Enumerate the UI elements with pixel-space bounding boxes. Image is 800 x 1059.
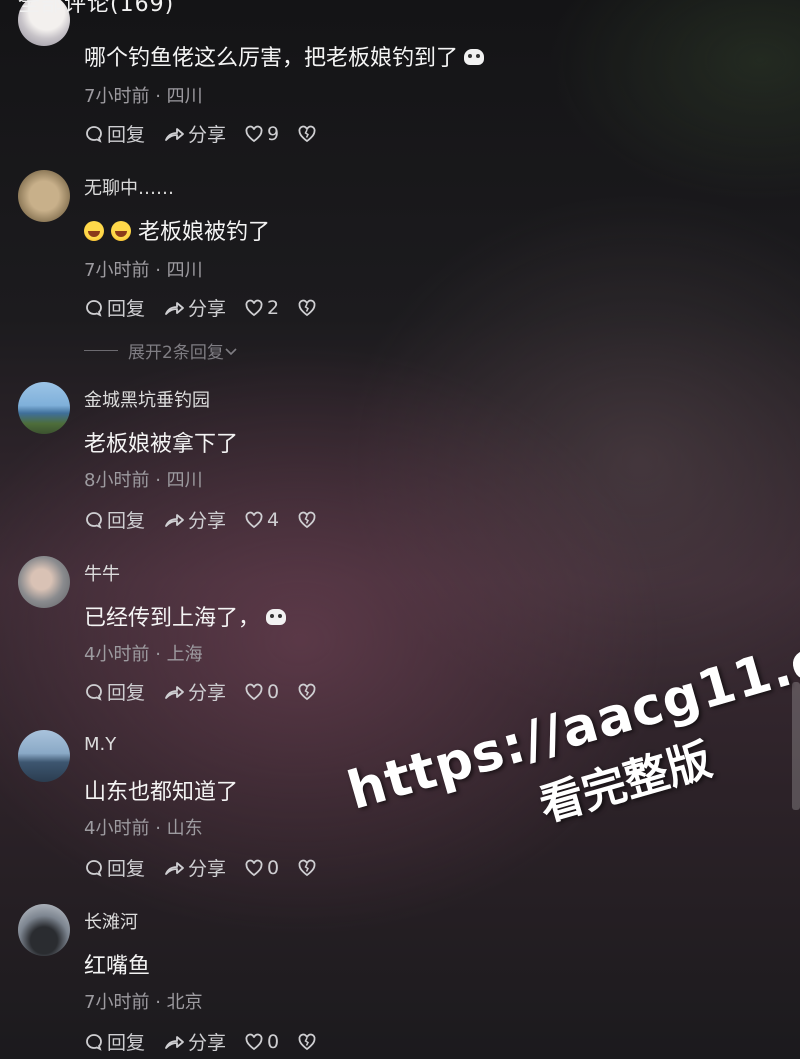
comment-text: 老板娘被拿下了: [84, 432, 239, 457]
heart-icon: [245, 511, 263, 528]
comment-text: 已经传到上海了，: [84, 606, 261, 631]
comment-actions: 回复 分享 0: [84, 1028, 338, 1055]
comment-bubble-icon: [86, 125, 102, 143]
like-button[interactable]: 9: [244, 123, 279, 145]
scrollbar-thumb[interactable]: [792, 682, 800, 810]
share-button[interactable]: 分享: [163, 294, 226, 321]
share-arrow-icon: [165, 861, 184, 875]
reply-button[interactable]: 回复: [84, 294, 145, 321]
comment-meta: 8小时前 · 四川: [84, 470, 203, 491]
like-count: 0: [267, 1030, 280, 1053]
broken-heart-icon: [298, 1033, 316, 1050]
comment-actions: 回复 分享 0: [84, 854, 338, 881]
heart-icon: [245, 1033, 263, 1050]
broken-heart-icon: [298, 125, 316, 142]
laughing-emoji-icon: [84, 221, 104, 241]
watermark: https://aacg11.com 看完整版: [300, 477, 800, 832]
reply-button[interactable]: 回复: [84, 506, 145, 533]
avatar[interactable]: [18, 170, 70, 222]
share-button[interactable]: 分享: [163, 854, 226, 881]
comments-title: 全部评论(169): [18, 0, 175, 17]
broken-heart-icon: [298, 859, 316, 876]
comment-meta: 4小时前 · 山东: [84, 818, 203, 839]
username[interactable]: M.Y: [84, 734, 116, 755]
avatar[interactable]: [18, 382, 70, 434]
dislike-button[interactable]: [297, 858, 320, 878]
username[interactable]: 无聊中……: [84, 174, 174, 200]
dislike-button[interactable]: [297, 682, 320, 702]
share-arrow-icon: [165, 127, 184, 141]
comment-bubble-icon: [86, 859, 102, 877]
like-count: 0: [267, 680, 280, 703]
broken-heart-icon: [298, 299, 316, 316]
heart-icon: [245, 683, 263, 700]
username[interactable]: 金城黑坑垂钓园: [84, 386, 210, 412]
comment-text: 哪个钓鱼佬这么厉害，把老板娘钓到了: [84, 46, 459, 71]
comment-actions: 回复 分享 9: [84, 120, 338, 147]
comment-meta: 7小时前 · 四川: [84, 86, 203, 107]
comment-text: 红嘴鱼: [84, 954, 151, 979]
comment-actions: 回复 分享 2: [84, 294, 338, 321]
chevron-down-icon: [225, 347, 237, 355]
broken-heart-icon: [298, 511, 316, 528]
comment-text: 老板娘被钓了: [138, 220, 271, 245]
comment-meta: 7小时前 · 四川: [84, 260, 203, 281]
comment-meta: 7小时前 · 北京: [84, 992, 203, 1013]
comment-text: 山东也都知道了: [84, 780, 239, 805]
expand-replies-button[interactable]: 展开2条回复: [84, 338, 238, 363]
username[interactable]: 牛牛: [84, 560, 120, 586]
like-button[interactable]: 0: [244, 1031, 279, 1053]
avatar[interactable]: [18, 904, 70, 956]
comment-actions: 回复 分享 0: [84, 678, 338, 705]
share-arrow-icon: [165, 301, 184, 315]
like-count: 0: [267, 856, 280, 879]
comment-actions: 回复 分享 4: [84, 506, 338, 533]
reply-button[interactable]: 回复: [84, 678, 145, 705]
like-count: 9: [267, 122, 280, 145]
dislike-button[interactable]: [297, 298, 320, 318]
laughing-emoji-icon: [111, 221, 131, 241]
emoji-icon: [464, 49, 485, 65]
emoji-icon: [266, 609, 287, 625]
like-count: 4: [267, 508, 280, 531]
comment-bubble-icon: [86, 299, 102, 317]
comment-bubble-icon: [86, 683, 102, 701]
like-button[interactable]: 4: [244, 509, 279, 531]
dislike-button[interactable]: [297, 124, 320, 144]
dislike-button[interactable]: [297, 1032, 320, 1052]
dislike-button[interactable]: [297, 510, 320, 530]
reply-button[interactable]: 回复: [84, 120, 145, 147]
avatar[interactable]: [18, 556, 70, 608]
share-button[interactable]: 分享: [163, 506, 226, 533]
share-arrow-icon: [165, 513, 184, 527]
like-button[interactable]: 0: [244, 681, 279, 703]
share-arrow-icon: [165, 685, 184, 699]
avatar[interactable]: [18, 730, 70, 782]
like-button[interactable]: 0: [244, 857, 279, 879]
like-button[interactable]: 2: [244, 297, 279, 319]
heart-icon: [245, 859, 263, 876]
share-button[interactable]: 分享: [163, 678, 226, 705]
username[interactable]: 长滩河: [84, 908, 138, 934]
broken-heart-icon: [298, 683, 316, 700]
comment-meta: 4小时前 · 上海: [84, 644, 203, 665]
comment-bubble-icon: [86, 511, 102, 529]
reply-button[interactable]: 回复: [84, 1028, 145, 1055]
reply-button[interactable]: 回复: [84, 854, 145, 881]
share-button[interactable]: 分享: [163, 1028, 226, 1055]
like-count: 2: [267, 296, 280, 319]
comment-bubble-icon: [86, 1033, 102, 1051]
share-arrow-icon: [165, 1035, 184, 1049]
heart-icon: [245, 125, 263, 142]
divider: [84, 350, 118, 351]
share-button[interactable]: 分享: [163, 120, 226, 147]
heart-icon: [245, 299, 263, 316]
